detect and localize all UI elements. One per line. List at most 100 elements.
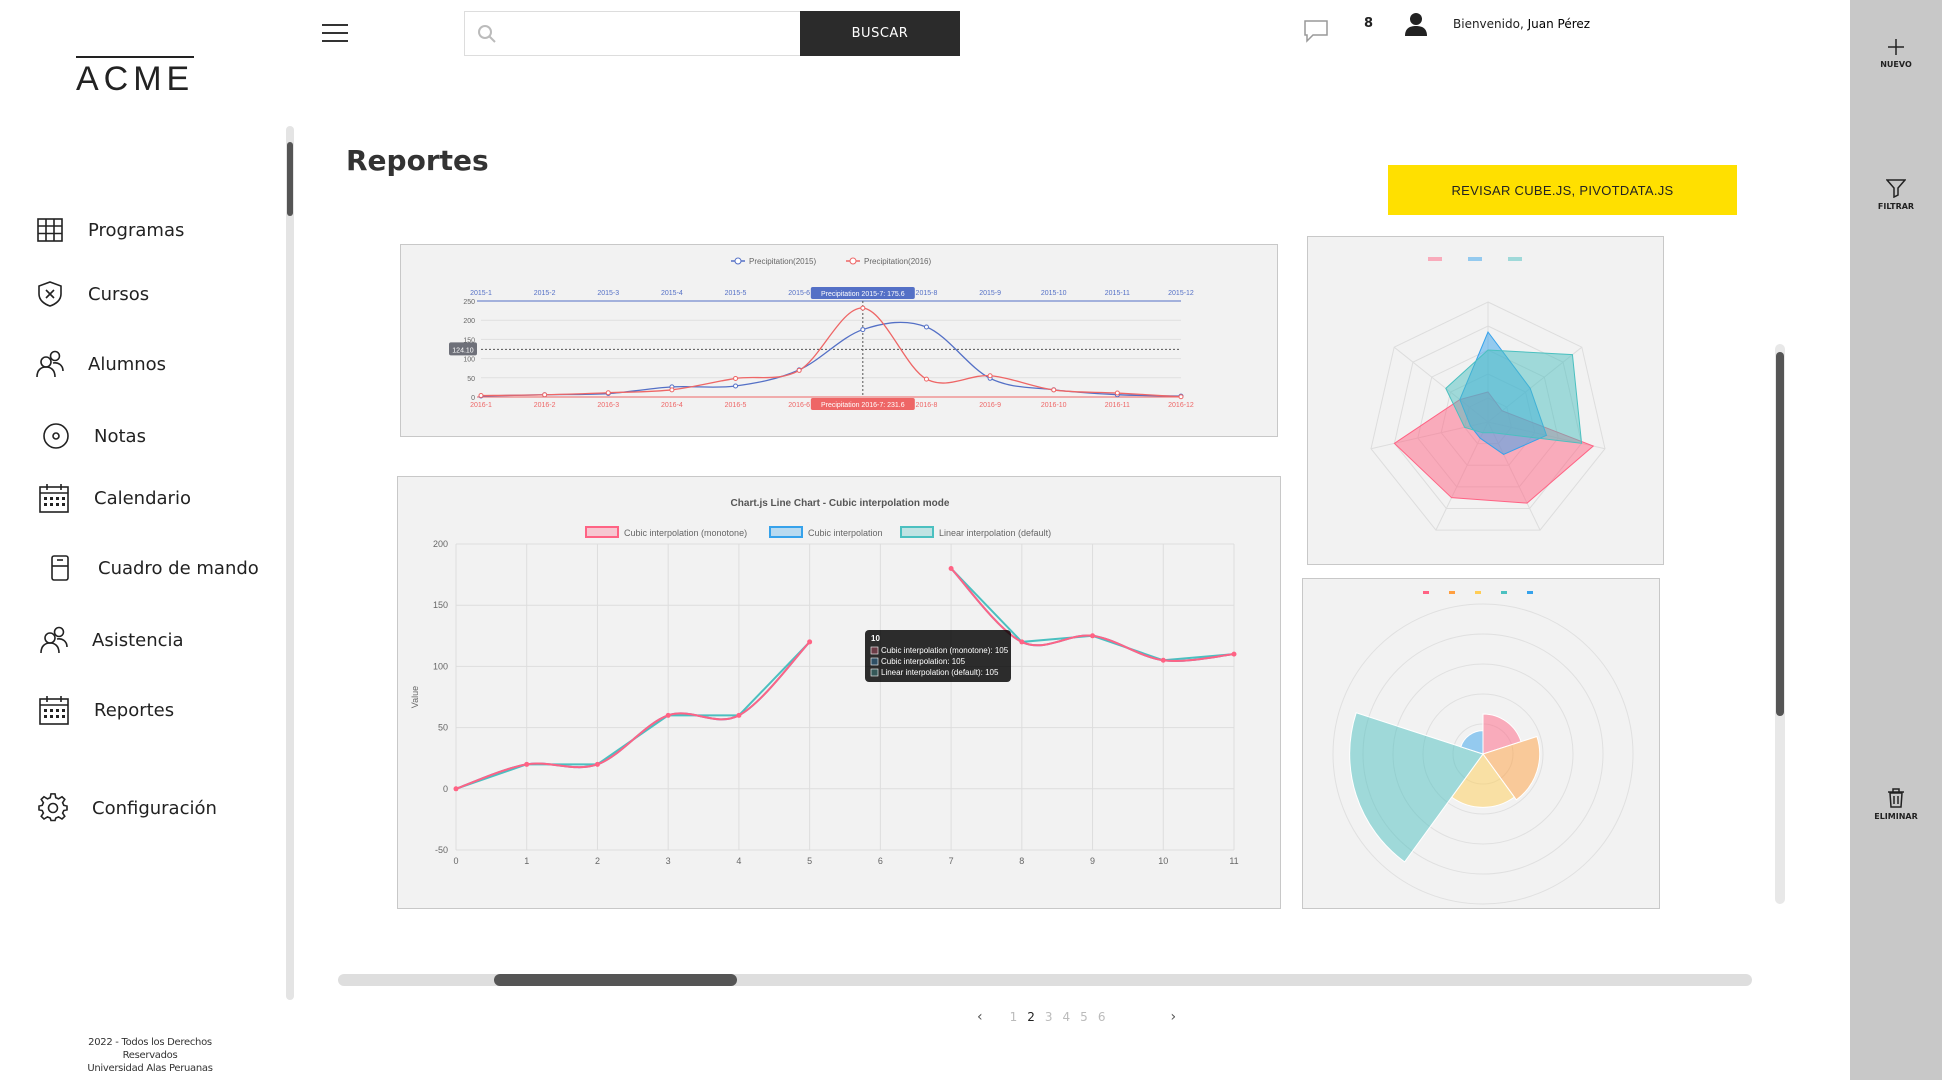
sidebar-item-alumnos[interactable]: Alumnos <box>36 344 166 384</box>
series-line-3 <box>455 641 811 790</box>
legend-label: Precipitation(2016) <box>864 257 931 266</box>
data-point <box>1114 390 1120 396</box>
radar-chart-panel <box>1307 236 1664 565</box>
search-icon <box>478 25 496 43</box>
trash-icon <box>1888 788 1904 808</box>
x-tick-label: 5 <box>807 856 812 866</box>
legend-swatch <box>900 526 934 538</box>
x-tick-label: 7 <box>949 856 954 866</box>
disc-icon <box>43 423 69 449</box>
sidebar-item-label: Cuadro de mando <box>98 557 259 579</box>
radar-chart[interactable] <box>1308 237 1664 565</box>
polar-area-chart[interactable] <box>1303 579 1660 909</box>
pagination: ‹ 1 2 3 4 5 6 › <box>955 1009 1198 1025</box>
legend-swatch <box>1423 591 1429 594</box>
sidebar-item-label: Cursos <box>88 283 150 305</box>
x-top-tick-label: 2015-8 <box>916 290 938 297</box>
x-top-tick-label: 2015-5 <box>725 290 747 297</box>
data-point <box>733 383 739 389</box>
page-4[interactable]: 4 <box>1063 1010 1071 1024</box>
legend-swatch <box>1468 257 1482 261</box>
data-point <box>1051 387 1057 393</box>
content-vertical-scrollbar-thumb[interactable] <box>1776 352 1784 716</box>
data-point <box>1178 394 1184 400</box>
sidebar-scrollbar-thumb[interactable] <box>287 142 293 216</box>
y-tick-label: 100 <box>433 661 448 671</box>
y-tick-label: -50 <box>435 845 448 855</box>
legend-label: Cubic interpolation (monotone) <box>624 528 747 538</box>
sidebar-item-programas[interactable]: Programas <box>36 210 184 250</box>
data-point <box>1160 657 1166 663</box>
x-tick-label: 11 <box>1229 856 1238 866</box>
data-point <box>1231 651 1237 657</box>
action-rail: NUEVO FILTRAR ELIMINAR <box>1850 0 1942 1080</box>
page-2[interactable]: 2 <box>1027 1010 1035 1024</box>
precipitation-chart-panel: Precipitation(2015) Precipitation(2016) 25… <box>400 244 1278 437</box>
x-tick-label: 6 <box>878 856 883 866</box>
sidebar-item-label: Asistencia <box>92 629 184 651</box>
chevron-left-icon[interactable]: ‹ <box>977 1009 983 1025</box>
x-bottom-tick-label: 2016-12 <box>1168 402 1194 409</box>
data-point <box>605 390 611 396</box>
filter-button[interactable]: FILTRAR <box>1850 178 1942 211</box>
y-tick-label: 50 <box>438 723 448 733</box>
data-point <box>524 761 530 767</box>
x-top-tick-label: 2015-11 <box>1105 290 1130 297</box>
y-tick-label: 100 <box>463 357 475 364</box>
legend-swatch <box>585 526 619 538</box>
search-button[interactable]: BUSCAR <box>800 11 960 56</box>
chevron-right-icon[interactable]: › <box>1170 1009 1176 1025</box>
search-box <box>464 11 802 56</box>
x-bottom-tick-label: 2016-4 <box>661 402 683 409</box>
sidebar-item-notas[interactable]: Notas <box>42 416 146 456</box>
plus-icon <box>1888 39 1904 55</box>
legend-swatch <box>1501 591 1507 594</box>
tooltip-bottom-text: Precipitation 2016-7: 231.6 <box>821 402 905 409</box>
x-bottom-tick-label: 2016-11 <box>1105 402 1130 409</box>
menu-icon[interactable] <box>322 24 348 44</box>
precipitation-chart[interactable]: Precipitation(2015) Precipitation(2016) 25… <box>401 245 1278 437</box>
x-top-tick-label: 2015-12 <box>1168 290 1194 297</box>
user-icon[interactable] <box>1405 12 1427 36</box>
legend-swatch <box>1449 591 1455 594</box>
notification-count[interactable]: 8 <box>1364 16 1373 31</box>
search-input[interactable] <box>509 20 789 48</box>
delete-button[interactable]: ELIMINAR <box>1850 788 1942 821</box>
x-bottom-tick-label: 2016-8 <box>916 402 938 409</box>
data-point <box>923 324 929 330</box>
sidebar-item-label: Notas <box>94 425 146 447</box>
data-point <box>807 639 813 645</box>
gear-icon <box>38 793 68 822</box>
x-top-tick-label: 2015-10 <box>1041 290 1067 297</box>
sidebar-item-label: Programas <box>88 219 185 241</box>
page-6[interactable]: 6 <box>1098 1010 1106 1024</box>
data-point <box>923 376 929 382</box>
sidebar-item-asistencia[interactable]: Asistencia <box>40 620 184 660</box>
sidebar-item-cuadro-de-mando[interactable]: Cuadro de mando <box>46 548 259 588</box>
chat-icon[interactable] <box>1303 19 1329 43</box>
new-button[interactable]: NUEVO <box>1850 38 1942 69</box>
x-tick-label: 2 <box>595 856 600 866</box>
page-1[interactable]: 1 <box>1010 1010 1018 1024</box>
review-button[interactable]: REVISAR CUBE.JS, PIVOTDATA.JS <box>1388 165 1737 215</box>
sidebar-item-cursos[interactable]: Cursos <box>36 274 149 314</box>
sidebar-item-calendario[interactable]: Calendario <box>38 478 191 518</box>
tooltip-swatch <box>870 646 879 655</box>
data-point <box>453 786 459 792</box>
page-5[interactable]: 5 <box>1080 1010 1088 1024</box>
sidebar-item-label: Reportes <box>94 699 175 721</box>
chart-title: Chart.js Line Chart - Cubic interpolatio… <box>731 498 950 509</box>
sidebar-item-reportes[interactable]: Reportes <box>38 690 174 730</box>
sidebar-scrollbar[interactable] <box>286 126 294 1000</box>
sidebar-item-configuracion[interactable]: Configuración <box>38 788 217 828</box>
grid-icon <box>37 218 63 242</box>
acme-logo: ACME <box>76 56 194 99</box>
welcome-text: Bienvenido, Juan Pérez <box>1453 17 1590 31</box>
y-tick-label: 200 <box>463 318 475 325</box>
page-3[interactable]: 3 <box>1045 1010 1053 1024</box>
y-tick-label: 200 <box>433 539 448 549</box>
sidebar-item-label: Configuración <box>92 797 217 819</box>
horizontal-scrollbar-thumb[interactable] <box>494 974 737 986</box>
cubic-interpolation-chart[interactable]: Chart.js Line Chart - Cubic interpolatio… <box>398 477 1281 909</box>
user-name[interactable]: Juan Pérez <box>1528 17 1590 31</box>
